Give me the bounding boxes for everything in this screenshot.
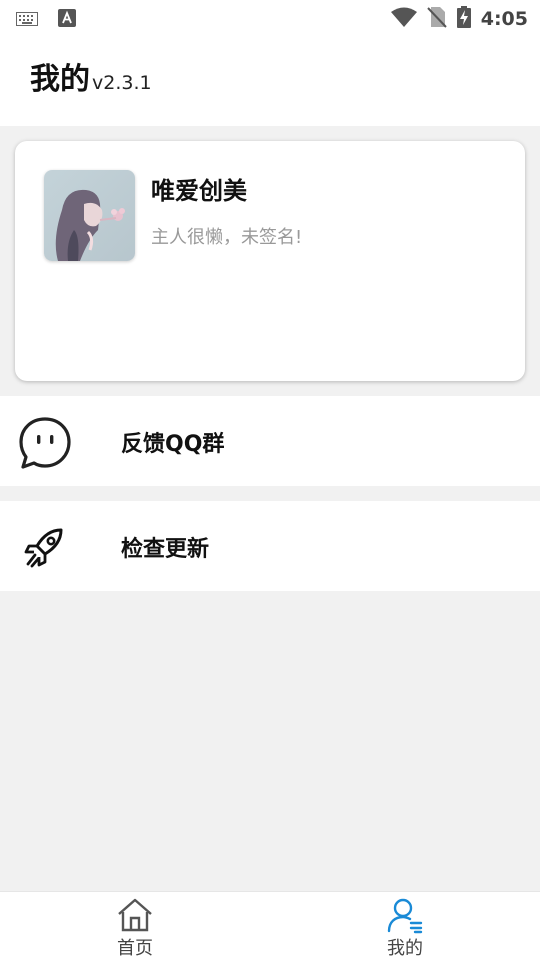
page-title-text: 我的 <box>30 62 90 97</box>
battery-charging-icon <box>456 6 471 32</box>
status-time: 4:05 <box>480 8 528 30</box>
tab-label: 首页 <box>117 938 153 959</box>
status-bar: 4:05 <box>0 0 540 36</box>
page-title: 我的 v2.3.1 <box>30 54 152 98</box>
menu-item-label: 检查更新 <box>121 537 210 562</box>
menu-item-check-update[interactable]: 检查更新 <box>0 501 540 591</box>
menu-item-feedback-qq-group[interactable]: 反馈QQ群 <box>0 396 540 486</box>
home-icon <box>115 896 155 934</box>
tab-home[interactable]: 首页 <box>0 892 270 960</box>
tab-mine[interactable]: 我的 <box>270 892 540 960</box>
keyboard-icon <box>16 11 38 30</box>
bottom-navigation: 首页 我的 <box>0 891 540 960</box>
user-profile-icon <box>385 896 425 934</box>
profile-card[interactable]: 唯爱创美 主人很懒，未签名! <box>15 141 525 381</box>
a-notification-icon <box>58 9 76 31</box>
no-sim-icon <box>427 6 447 32</box>
avatar[interactable] <box>44 170 135 261</box>
rocket-icon <box>16 519 74 577</box>
version-label: v2.3.1 <box>92 72 152 94</box>
page-header: 我的 v2.3.1 <box>0 36 540 126</box>
chat-bubble-icon <box>16 414 74 472</box>
wifi-icon <box>390 7 417 31</box>
tab-label: 我的 <box>387 938 423 959</box>
profile-username: 唯爱创美 <box>151 177 247 205</box>
profile-signature: 主人很懒，未签名! <box>151 227 303 248</box>
menu-item-label: 反馈QQ群 <box>121 432 225 457</box>
